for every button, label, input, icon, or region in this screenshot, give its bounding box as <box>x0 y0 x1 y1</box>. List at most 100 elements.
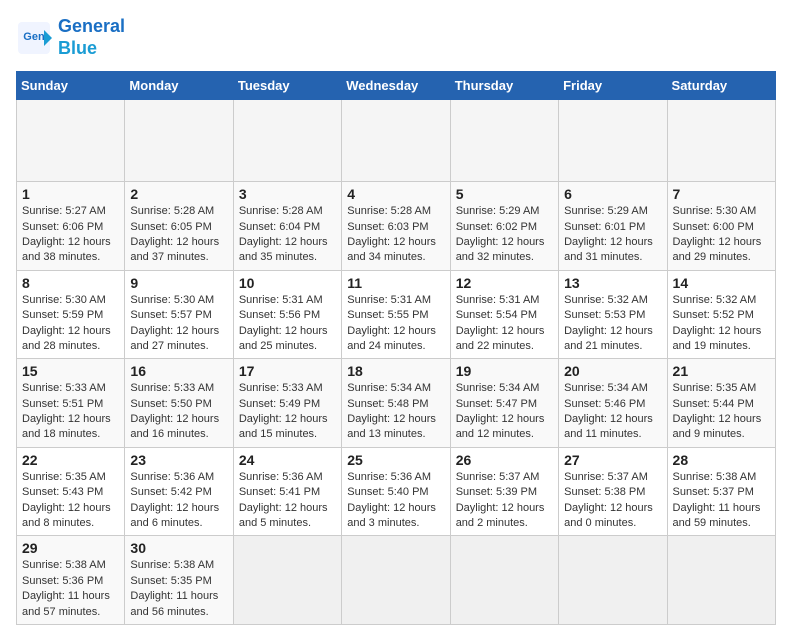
day-number: 13 <box>564 275 661 291</box>
day-number: 14 <box>673 275 770 291</box>
day-number: 23 <box>130 452 227 468</box>
calendar-cell: 28 Sunrise: 5:38 AMSunset: 5:37 PMDaylig… <box>667 447 775 536</box>
calendar-week-1: 1 Sunrise: 5:27 AMSunset: 6:06 PMDayligh… <box>17 182 776 271</box>
cell-info: Sunrise: 5:33 AMSunset: 5:49 PMDaylight:… <box>239 382 328 440</box>
col-tuesday: Tuesday <box>233 72 341 100</box>
day-number: 24 <box>239 452 336 468</box>
day-number: 2 <box>130 186 227 202</box>
calendar-week-5: 29 Sunrise: 5:38 AMSunset: 5:36 PMDaylig… <box>17 536 776 625</box>
day-number: 30 <box>130 540 227 556</box>
cell-info: Sunrise: 5:31 AMSunset: 5:54 PMDaylight:… <box>456 294 545 352</box>
col-thursday: Thursday <box>450 72 558 100</box>
day-number: 25 <box>347 452 444 468</box>
calendar-cell <box>125 100 233 182</box>
cell-info: Sunrise: 5:38 AMSunset: 5:35 PMDaylight:… <box>130 559 218 617</box>
calendar-cell: 23 Sunrise: 5:36 AMSunset: 5:42 PMDaylig… <box>125 447 233 536</box>
day-number: 9 <box>130 275 227 291</box>
calendar-cell <box>233 100 341 182</box>
day-number: 12 <box>456 275 553 291</box>
cell-info: Sunrise: 5:36 AMSunset: 5:40 PMDaylight:… <box>347 471 436 529</box>
cell-info: Sunrise: 5:33 AMSunset: 5:51 PMDaylight:… <box>22 382 111 440</box>
day-number: 20 <box>564 363 661 379</box>
cell-info: Sunrise: 5:36 AMSunset: 5:42 PMDaylight:… <box>130 471 219 529</box>
calendar-cell: 1 Sunrise: 5:27 AMSunset: 6:06 PMDayligh… <box>17 182 125 271</box>
day-number: 27 <box>564 452 661 468</box>
calendar-cell: 11 Sunrise: 5:31 AMSunset: 5:55 PMDaylig… <box>342 270 450 359</box>
day-number: 1 <box>22 186 119 202</box>
calendar-cell <box>450 536 558 625</box>
cell-info: Sunrise: 5:34 AMSunset: 5:47 PMDaylight:… <box>456 382 545 440</box>
calendar-cell: 25 Sunrise: 5:36 AMSunset: 5:40 PMDaylig… <box>342 447 450 536</box>
cell-info: Sunrise: 5:35 AMSunset: 5:43 PMDaylight:… <box>22 471 111 529</box>
cell-info: Sunrise: 5:29 AMSunset: 6:01 PMDaylight:… <box>564 205 653 263</box>
logo-icon: Gen <box>16 20 52 56</box>
cell-info: Sunrise: 5:31 AMSunset: 5:56 PMDaylight:… <box>239 294 328 352</box>
cell-info: Sunrise: 5:33 AMSunset: 5:50 PMDaylight:… <box>130 382 219 440</box>
day-number: 26 <box>456 452 553 468</box>
col-saturday: Saturday <box>667 72 775 100</box>
calendar-cell <box>342 536 450 625</box>
page-header: Gen General Blue <box>16 16 776 59</box>
calendar-cell: 10 Sunrise: 5:31 AMSunset: 5:56 PMDaylig… <box>233 270 341 359</box>
cell-info: Sunrise: 5:30 AMSunset: 5:59 PMDaylight:… <box>22 294 111 352</box>
col-friday: Friday <box>559 72 667 100</box>
calendar-week-0 <box>17 100 776 182</box>
svg-text:Gen: Gen <box>23 31 45 43</box>
day-number: 11 <box>347 275 444 291</box>
calendar-table: Sunday Monday Tuesday Wednesday Thursday… <box>16 71 776 625</box>
day-number: 8 <box>22 275 119 291</box>
calendar-cell: 30 Sunrise: 5:38 AMSunset: 5:35 PMDaylig… <box>125 536 233 625</box>
calendar-cell: 20 Sunrise: 5:34 AMSunset: 5:46 PMDaylig… <box>559 359 667 448</box>
calendar-cell: 17 Sunrise: 5:33 AMSunset: 5:49 PMDaylig… <box>233 359 341 448</box>
day-number: 7 <box>673 186 770 202</box>
header-row: Sunday Monday Tuesday Wednesday Thursday… <box>17 72 776 100</box>
cell-info: Sunrise: 5:34 AMSunset: 5:46 PMDaylight:… <box>564 382 653 440</box>
calendar-cell: 27 Sunrise: 5:37 AMSunset: 5:38 PMDaylig… <box>559 447 667 536</box>
logo: Gen General Blue <box>16 16 125 59</box>
day-number: 18 <box>347 363 444 379</box>
day-number: 10 <box>239 275 336 291</box>
col-wednesday: Wednesday <box>342 72 450 100</box>
calendar-cell: 12 Sunrise: 5:31 AMSunset: 5:54 PMDaylig… <box>450 270 558 359</box>
cell-info: Sunrise: 5:30 AMSunset: 6:00 PMDaylight:… <box>673 205 762 263</box>
calendar-cell <box>559 536 667 625</box>
day-number: 17 <box>239 363 336 379</box>
calendar-cell: 7 Sunrise: 5:30 AMSunset: 6:00 PMDayligh… <box>667 182 775 271</box>
calendar-cell: 21 Sunrise: 5:35 AMSunset: 5:44 PMDaylig… <box>667 359 775 448</box>
calendar-cell: 8 Sunrise: 5:30 AMSunset: 5:59 PMDayligh… <box>17 270 125 359</box>
calendar-cell: 29 Sunrise: 5:38 AMSunset: 5:36 PMDaylig… <box>17 536 125 625</box>
calendar-cell: 22 Sunrise: 5:35 AMSunset: 5:43 PMDaylig… <box>17 447 125 536</box>
calendar-cell: 19 Sunrise: 5:34 AMSunset: 5:47 PMDaylig… <box>450 359 558 448</box>
calendar-cell <box>559 100 667 182</box>
day-number: 6 <box>564 186 661 202</box>
calendar-week-4: 22 Sunrise: 5:35 AMSunset: 5:43 PMDaylig… <box>17 447 776 536</box>
cell-info: Sunrise: 5:30 AMSunset: 5:57 PMDaylight:… <box>130 294 219 352</box>
day-number: 19 <box>456 363 553 379</box>
cell-info: Sunrise: 5:38 AMSunset: 5:37 PMDaylight:… <box>673 471 761 529</box>
day-number: 5 <box>456 186 553 202</box>
day-number: 3 <box>239 186 336 202</box>
calendar-cell: 5 Sunrise: 5:29 AMSunset: 6:02 PMDayligh… <box>450 182 558 271</box>
calendar-cell: 16 Sunrise: 5:33 AMSunset: 5:50 PMDaylig… <box>125 359 233 448</box>
calendar-cell: 9 Sunrise: 5:30 AMSunset: 5:57 PMDayligh… <box>125 270 233 359</box>
cell-info: Sunrise: 5:28 AMSunset: 6:05 PMDaylight:… <box>130 205 219 263</box>
calendar-cell <box>233 536 341 625</box>
day-number: 22 <box>22 452 119 468</box>
calendar-cell <box>667 100 775 182</box>
calendar-cell: 6 Sunrise: 5:29 AMSunset: 6:01 PMDayligh… <box>559 182 667 271</box>
calendar-week-2: 8 Sunrise: 5:30 AMSunset: 5:59 PMDayligh… <box>17 270 776 359</box>
calendar-week-3: 15 Sunrise: 5:33 AMSunset: 5:51 PMDaylig… <box>17 359 776 448</box>
day-number: 4 <box>347 186 444 202</box>
calendar-cell <box>342 100 450 182</box>
day-number: 16 <box>130 363 227 379</box>
calendar-cell: 4 Sunrise: 5:28 AMSunset: 6:03 PMDayligh… <box>342 182 450 271</box>
cell-info: Sunrise: 5:38 AMSunset: 5:36 PMDaylight:… <box>22 559 110 617</box>
cell-info: Sunrise: 5:31 AMSunset: 5:55 PMDaylight:… <box>347 294 436 352</box>
col-monday: Monday <box>125 72 233 100</box>
cell-info: Sunrise: 5:32 AMSunset: 5:53 PMDaylight:… <box>564 294 653 352</box>
cell-info: Sunrise: 5:37 AMSunset: 5:39 PMDaylight:… <box>456 471 545 529</box>
calendar-cell: 18 Sunrise: 5:34 AMSunset: 5:48 PMDaylig… <box>342 359 450 448</box>
cell-info: Sunrise: 5:35 AMSunset: 5:44 PMDaylight:… <box>673 382 762 440</box>
calendar-cell: 24 Sunrise: 5:36 AMSunset: 5:41 PMDaylig… <box>233 447 341 536</box>
cell-info: Sunrise: 5:27 AMSunset: 6:06 PMDaylight:… <box>22 205 111 263</box>
